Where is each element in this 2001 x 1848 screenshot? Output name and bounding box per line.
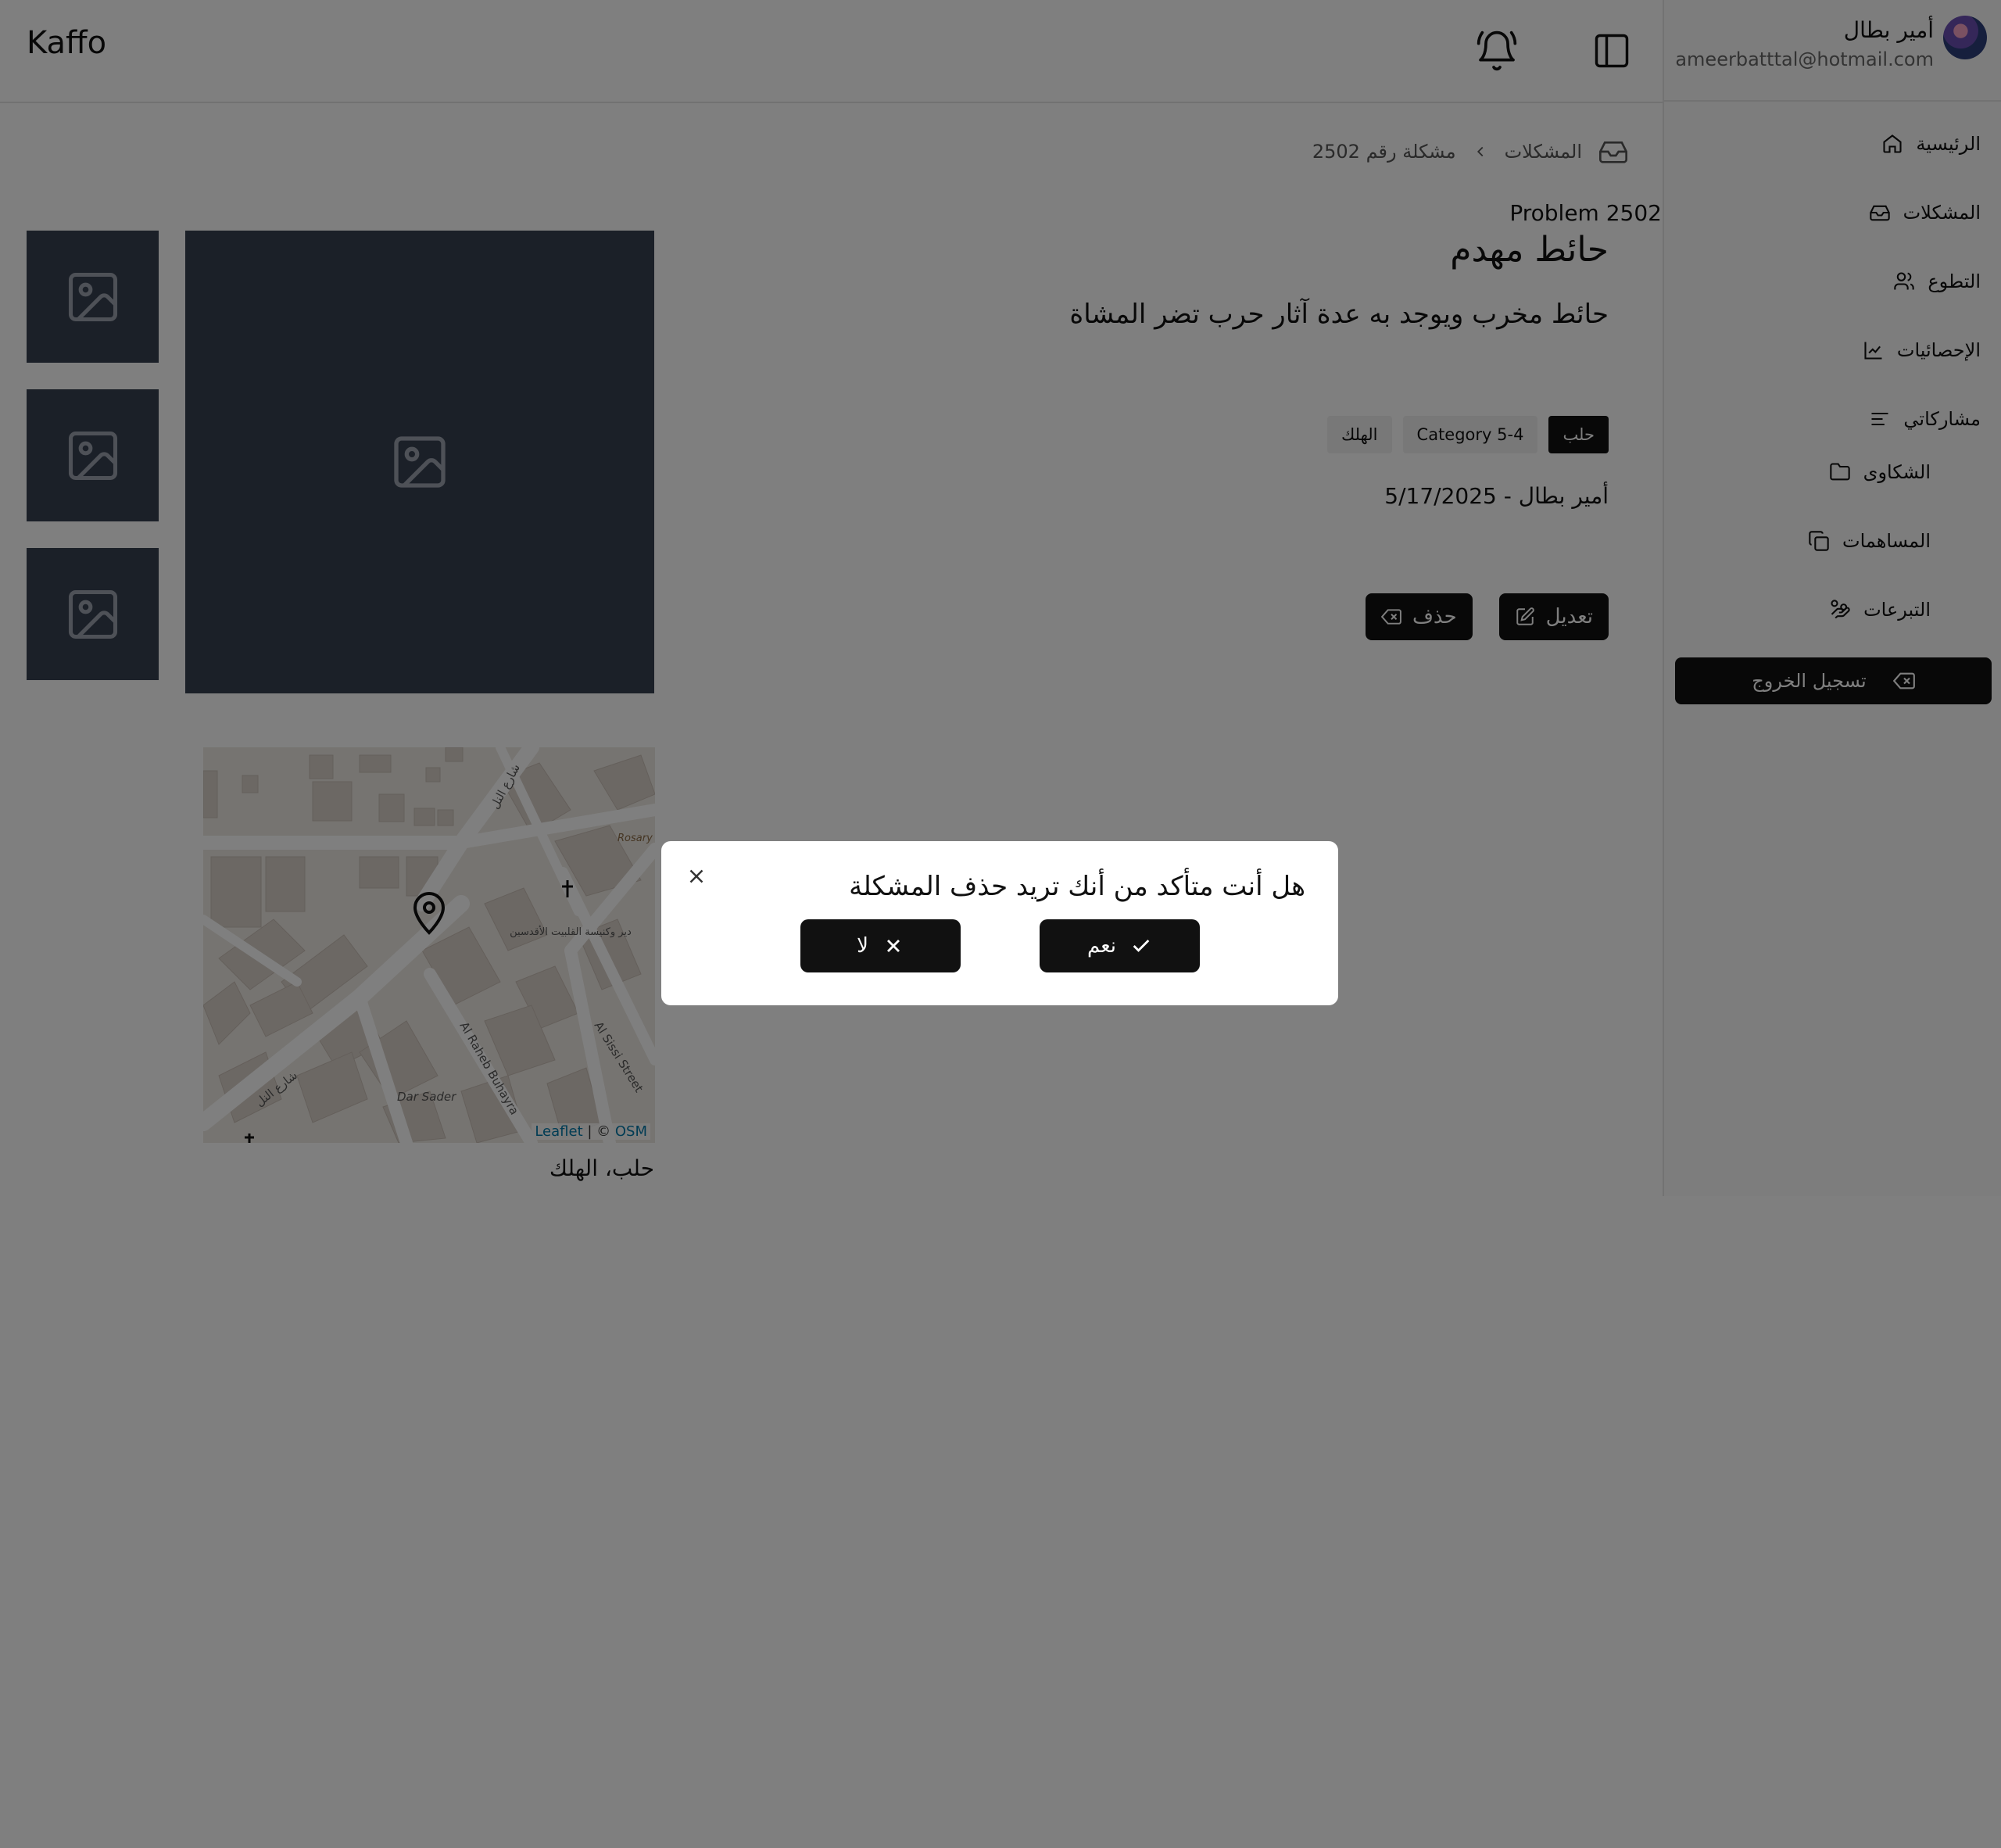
yes-label: نعم — [1086, 934, 1117, 958]
no-label: لا — [857, 934, 868, 958]
close-button[interactable] — [685, 865, 708, 888]
confirm-yes-button[interactable]: نعم — [1040, 919, 1200, 972]
dialog-message: هل أنت متأكد من أنك تريد حذف المشكلة — [849, 871, 1305, 902]
close-icon — [886, 940, 900, 952]
check-icon — [1133, 940, 1150, 952]
delete-confirm-dialog: هل أنت متأكد من أنك تريد حذف المشكلة نعم… — [661, 841, 1338, 1005]
close-icon — [689, 869, 703, 883]
confirm-no-button[interactable]: لا — [800, 919, 961, 972]
